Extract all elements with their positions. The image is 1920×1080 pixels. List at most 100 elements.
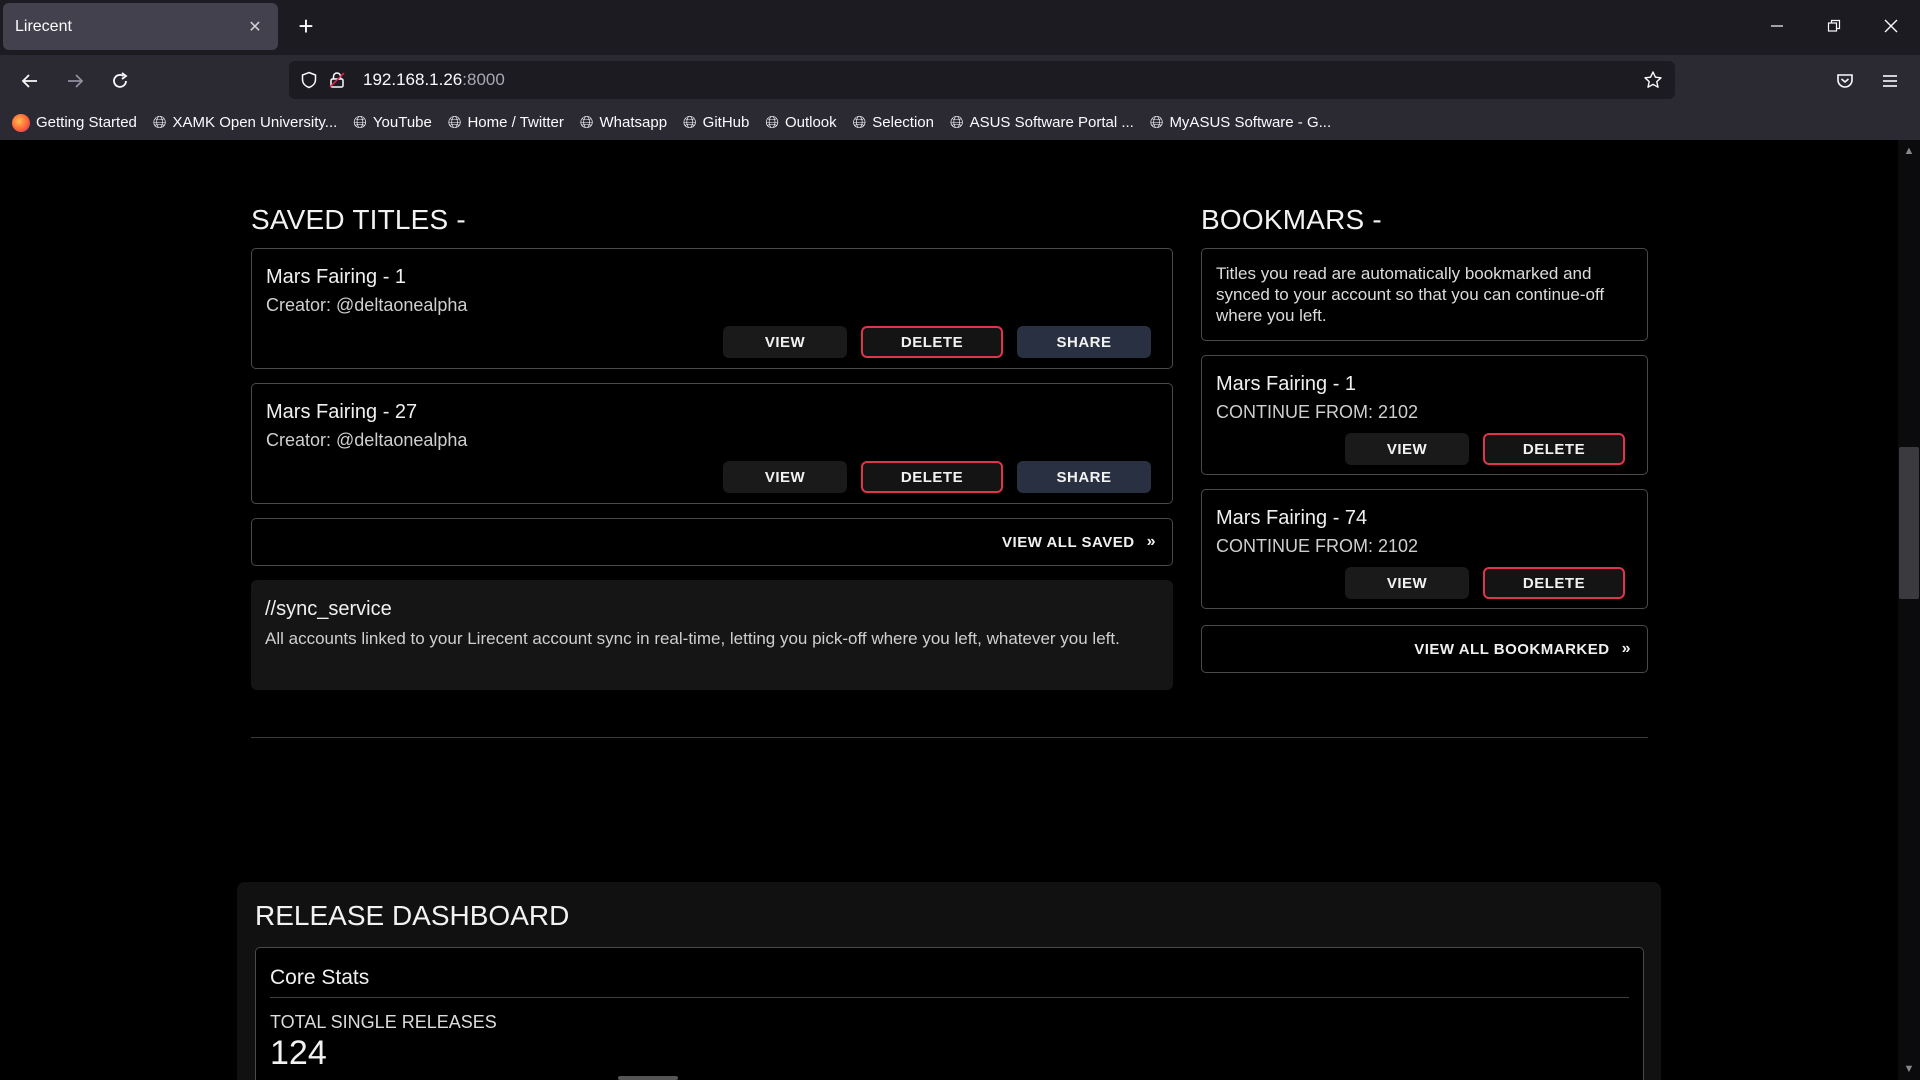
delete-button[interactable]: DELETE xyxy=(1483,567,1625,599)
release-dashboard: RELEASE DASHBOARD Core Stats TOTAL SINGL… xyxy=(237,882,1661,1080)
globe-icon: 🌐︎ xyxy=(447,112,462,132)
bookmark-label: XAMK Open University... xyxy=(172,114,338,131)
bookmark-title: Mars Fairing - 1 xyxy=(1216,373,1357,395)
url-port: :8000 xyxy=(462,70,505,89)
bookmarks-heading: BOOKMARS - xyxy=(1201,204,1382,235)
view-all-bookmarked-label: VIEW ALL BOOKMARKED xyxy=(1414,640,1610,658)
tab-strip: Lirecent ✕ + xyxy=(0,0,1920,55)
bookmark-whatsapp[interactable]: 🌐︎ Whatsapp xyxy=(580,113,667,133)
bookmark-getting-started[interactable]: Getting Started xyxy=(12,113,137,132)
view-button[interactable]: VIEW xyxy=(1345,567,1469,599)
scroll-down-arrow-icon[interactable]: ▼ xyxy=(1903,1063,1915,1075)
saved-title-creator: Creator: @deltaonealpha xyxy=(266,295,468,315)
globe-icon: 🌐︎ xyxy=(353,112,367,132)
bookmark-card: Mars Fairing - 1 CONTINUE FROM: 2102 VIE… xyxy=(1201,355,1648,475)
firefox-icon xyxy=(12,113,30,132)
star-bookmark-icon[interactable] xyxy=(1639,66,1667,94)
globe-icon: 🌐︎ xyxy=(579,112,594,132)
shield-icon[interactable] xyxy=(295,66,323,94)
saved-title-name: Mars Fairing - 27 xyxy=(266,401,418,423)
bookmark-selection[interactable]: 🌐︎ Selection xyxy=(853,113,934,133)
sync-service-title: //sync_service xyxy=(265,598,392,620)
release-dashboard-title: RELEASE DASHBOARD xyxy=(255,900,570,931)
chevron-right-icon: » xyxy=(1146,533,1156,550)
bookmark-label: Getting Started xyxy=(36,114,137,131)
globe-icon: 🌐︎ xyxy=(765,112,779,132)
saved-title-card: Mars Fairing - 1 Creator: @deltaonealpha… xyxy=(251,248,1173,369)
horizontal-scroll-indicator[interactable] xyxy=(618,1076,678,1080)
hamburger-menu-icon[interactable] xyxy=(1875,66,1905,96)
globe-icon: 🌐︎ xyxy=(152,112,167,132)
core-stats-title: Core Stats xyxy=(270,966,370,989)
core-stats-divider xyxy=(270,997,1629,998)
reload-icon[interactable] xyxy=(105,66,135,96)
bookmark-myasus[interactable]: 🌐︎ MyASUS Software - G... xyxy=(1150,113,1331,133)
new-tab-button[interactable]: + xyxy=(293,11,319,41)
sync-service-panel: //sync_service All accounts linked to yo… xyxy=(251,580,1173,690)
bookmark-label: GitHub xyxy=(702,114,750,131)
view-button[interactable]: VIEW xyxy=(1345,433,1469,465)
bookmark-continue-from: CONTINUE FROM: 2102 xyxy=(1216,402,1419,422)
scroll-up-arrow-icon[interactable]: ▲ xyxy=(1903,145,1915,157)
window-close-icon[interactable] xyxy=(1876,13,1906,39)
bookmark-label: Home / Twitter xyxy=(467,114,564,131)
bookmark-label: Whatsapp xyxy=(599,114,668,131)
scrollbar-thumb[interactable] xyxy=(1899,447,1919,599)
view-button[interactable]: VIEW xyxy=(723,461,847,493)
back-arrow-icon[interactable] xyxy=(15,66,45,96)
delete-button[interactable]: DELETE xyxy=(861,326,1003,358)
navigation-toolbar: 192.168.1.26:8000 xyxy=(0,55,1920,105)
bookmark-asus-portal[interactable]: 🌐︎ ASUS Software Portal ... xyxy=(950,113,1134,133)
address-bar[interactable]: 192.168.1.26:8000 xyxy=(289,61,1675,99)
sync-service-description: All accounts linked to your Lirecent acc… xyxy=(265,629,1120,648)
close-tab-icon[interactable]: ✕ xyxy=(244,16,266,38)
page-content: SAVED TITLES - Mars Fairing - 1 Creator:… xyxy=(0,140,1898,1080)
bookmark-outlook[interactable]: 🌐︎ Outlook xyxy=(765,113,836,133)
view-button[interactable]: VIEW xyxy=(723,326,847,358)
bookmark-label: Selection xyxy=(872,114,934,131)
tab-title: Lirecent xyxy=(15,17,72,35)
minimize-icon[interactable] xyxy=(1762,13,1792,39)
globe-icon: 🌐︎ xyxy=(1149,112,1164,132)
bookmark-continue-from: CONTINUE FROM: 2102 xyxy=(1216,536,1419,556)
bookmark-twitter[interactable]: 🌐︎ Home / Twitter xyxy=(448,113,564,133)
insecure-lock-icon[interactable] xyxy=(323,66,351,94)
bookmark-label: ASUS Software Portal ... xyxy=(969,114,1134,131)
url-text[interactable]: 192.168.1.26:8000 xyxy=(363,70,505,90)
saved-title-creator: Creator: @deltaonealpha xyxy=(266,430,468,450)
delete-button[interactable]: DELETE xyxy=(861,461,1003,493)
bookmark-youtube[interactable]: 🌐︎ YouTube xyxy=(353,113,432,133)
share-button[interactable]: SHARE xyxy=(1017,326,1151,358)
total-single-releases-label: TOTAL SINGLE RELEASES xyxy=(270,1012,497,1032)
browser-tab[interactable]: Lirecent ✕ xyxy=(3,3,278,50)
bookmark-label: YouTube xyxy=(372,114,432,131)
globe-icon: 🌐︎ xyxy=(949,112,964,132)
bookmark-xamk[interactable]: 🌐︎ XAMK Open University... xyxy=(153,113,337,133)
core-stats-card: Core Stats TOTAL SINGLE RELEASES 124 xyxy=(255,947,1644,1080)
bookmark-label: MyASUS Software - G... xyxy=(1169,114,1332,131)
bookmarks-info-text: Titles you read are automatically bookma… xyxy=(1216,264,1605,325)
bookmarks-toolbar: Getting Started 🌐︎ XAMK Open University..… xyxy=(0,105,1920,140)
saved-title-name: Mars Fairing - 1 xyxy=(266,266,407,288)
bookmark-github[interactable]: 🌐︎ GitHub xyxy=(683,113,749,133)
pocket-icon[interactable] xyxy=(1830,66,1860,96)
globe-icon: 🌐︎ xyxy=(683,112,697,132)
bookmark-card: Mars Fairing - 74 CONTINUE FROM: 2102 VI… xyxy=(1201,489,1648,609)
url-host: 192.168.1.26 xyxy=(363,70,463,89)
section-divider xyxy=(251,737,1648,738)
view-all-saved-label: VIEW ALL SAVED xyxy=(1002,533,1135,551)
saved-title-card: Mars Fairing - 27 Creator: @deltaonealph… xyxy=(251,383,1173,504)
restore-icon[interactable] xyxy=(1819,13,1849,39)
bookmarks-info-card: Titles you read are automatically bookma… xyxy=(1201,248,1648,341)
total-single-releases-value: 124 xyxy=(270,1034,327,1072)
saved-titles-heading: SAVED TITLES - xyxy=(251,204,466,235)
view-all-bookmarked-button[interactable]: VIEW ALL BOOKMARKED » xyxy=(1201,625,1648,673)
share-button[interactable]: SHARE xyxy=(1017,461,1151,493)
chevron-right-icon: » xyxy=(1621,640,1631,657)
view-all-saved-button[interactable]: VIEW ALL SAVED » xyxy=(251,518,1173,566)
forward-arrow-icon[interactable] xyxy=(60,66,90,96)
delete-button[interactable]: DELETE xyxy=(1483,433,1625,465)
bookmark-label: Outlook xyxy=(784,114,837,131)
vertical-scrollbar[interactable] xyxy=(1898,140,1920,1080)
globe-icon: 🌐︎ xyxy=(852,112,867,132)
